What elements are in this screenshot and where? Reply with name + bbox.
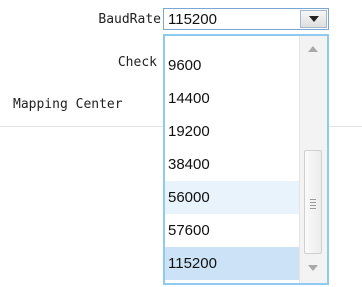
option-57600[interactable]: 57600 — [165, 214, 299, 247]
option-list: 9600 14400 19200 38400 56000 57600 11520… — [165, 49, 299, 280]
baudrate-dropdown-list: 9600 14400 19200 38400 56000 57600 11520… — [163, 34, 329, 285]
option-14400[interactable]: 14400 — [165, 82, 299, 115]
option-56000[interactable]: 56000 — [165, 181, 299, 214]
option-9600[interactable]: 9600 — [165, 49, 299, 82]
mapping-center-label: Mapping Center — [13, 97, 123, 112]
option-115200[interactable]: 115200 — [165, 247, 299, 280]
baudrate-select[interactable]: 115200 — [163, 8, 329, 30]
scroll-down-button[interactable] — [300, 259, 327, 279]
scroll-down-arrow-icon — [308, 265, 318, 271]
scroll-grip-icon — [310, 199, 316, 211]
baudrate-select-value: 115200 — [168, 11, 217, 28]
option-38400[interactable]: 38400 — [165, 148, 299, 181]
check-label: Check — [117, 55, 157, 70]
scroll-up-button[interactable] — [300, 40, 327, 60]
scroll-thumb[interactable] — [304, 150, 322, 254]
dropdown-button[interactable] — [300, 10, 327, 28]
scroll-up-arrow-icon — [308, 46, 318, 52]
option-19200[interactable]: 19200 — [165, 115, 299, 148]
dropdown-scrollbar[interactable] — [299, 36, 327, 283]
chevron-down-icon — [309, 16, 319, 22]
baudrate-label: BaudRate — [98, 12, 161, 27]
settings-panel: BaudRate Check Mapping Center 115200 960… — [0, 0, 362, 287]
